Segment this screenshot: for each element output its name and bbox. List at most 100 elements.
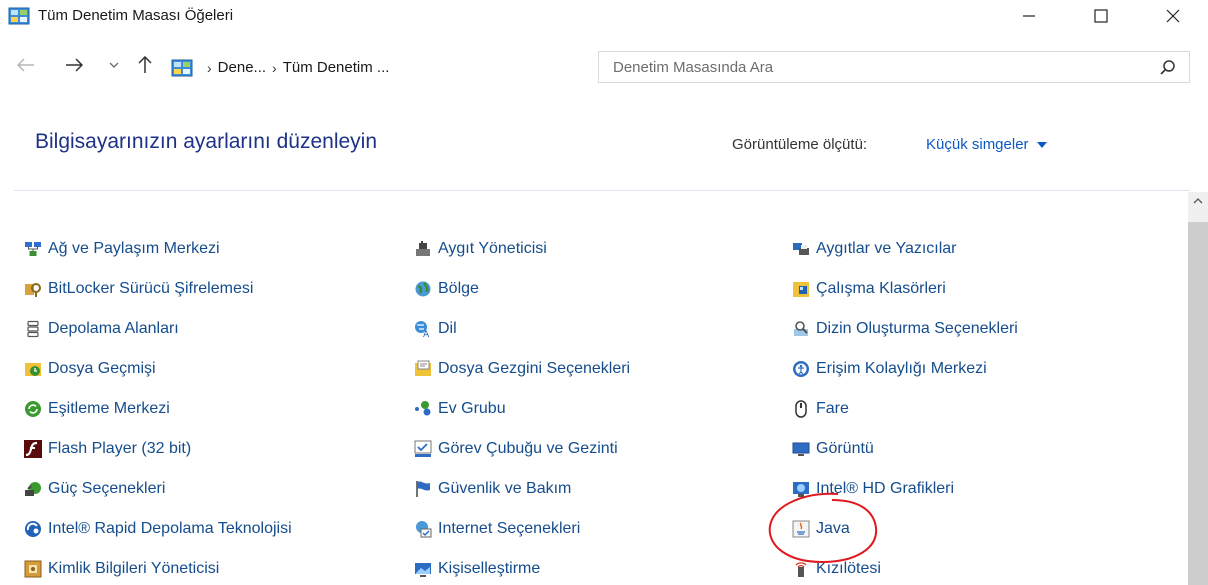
search-icon[interactable]	[1159, 59, 1177, 77]
page-title: Bilgisayarınızın ayarlarını düzenleyin	[35, 130, 378, 153]
list-item[interactable]: Internet Seçenekleri	[414, 518, 580, 540]
list-item[interactable]: Dizin Oluşturma Seçenekleri	[792, 318, 1018, 340]
item-label: Çalışma Klasörleri	[816, 280, 946, 297]
intel-graphics-icon	[793, 482, 809, 497]
list-item[interactable]: BitLocker Sürücü Şifrelemesi	[24, 278, 253, 300]
device-manager-icon	[416, 241, 430, 256]
list-item[interactable]: Güvenlik ve Bakım	[414, 478, 571, 500]
credential-manager-icon	[24, 560, 42, 578]
list-item[interactable]: Görev Çubuğu ve Gezinti	[414, 438, 618, 460]
internet-options-icon	[416, 521, 432, 538]
work-folders-icon	[793, 282, 809, 297]
homegroup-icon	[415, 401, 431, 416]
power-options-icon	[25, 482, 41, 496]
personalization-icon	[415, 563, 431, 577]
forward-button[interactable]	[62, 53, 86, 77]
item-label: Dosya Geçmişi	[48, 360, 156, 377]
maximize-icon	[1094, 9, 1108, 23]
key-icon	[25, 283, 41, 297]
search-box[interactable]	[598, 51, 1190, 83]
minimize-button[interactable]	[1006, 0, 1052, 32]
list-item[interactable]: A Dil	[414, 318, 457, 340]
list-item[interactable]: Dosya Gezgini Seçenekleri	[414, 358, 630, 380]
view-by-label: Görüntüleme ölçütü:	[732, 136, 868, 153]
list-item[interactable]: Kişiselleştirme	[414, 558, 540, 580]
navigation-bar: › Dene... › Tüm Denetim ...	[0, 47, 1208, 87]
flash-player-icon	[24, 440, 42, 458]
item-label: Kızılötesi	[816, 560, 881, 577]
scrollbar-thumb[interactable]	[1188, 222, 1208, 585]
title-bar: Tüm Denetim Masası Öğeleri	[0, 0, 1208, 34]
back-button[interactable]	[14, 53, 38, 77]
arrow-left-icon	[17, 58, 34, 72]
item-label: Aygıt Yöneticisi	[438, 240, 547, 257]
close-icon	[1166, 9, 1180, 23]
list-item[interactable]: Erişim Kolaylığı Merkezi	[792, 358, 987, 380]
recent-locations-button[interactable]	[102, 53, 126, 77]
network-icon	[25, 242, 41, 256]
taskbar-icon	[414, 440, 432, 457]
minimize-icon	[1023, 15, 1035, 17]
breadcrumb-item[interactable]: Tüm Denetim ...	[283, 59, 390, 76]
breadcrumb-separator-icon: ›	[207, 59, 212, 76]
list-item[interactable]: Kızılötesi	[792, 558, 881, 580]
list-item[interactable]: Dosya Geçmişi	[24, 358, 156, 380]
list-item[interactable]: Eşitleme Merkezi	[24, 398, 170, 420]
list-item[interactable]: Fare	[792, 398, 849, 420]
printer-icon	[793, 243, 809, 255]
storage-spaces-icon	[27, 320, 39, 338]
file-history-icon	[25, 363, 41, 376]
list-item[interactable]: Ağ ve Paylaşım Merkezi	[24, 238, 220, 260]
list-item[interactable]: Intel® HD Grafikleri	[792, 478, 954, 500]
arrow-right-icon	[66, 58, 83, 72]
list-item[interactable]: Bölge	[414, 278, 479, 300]
up-button[interactable]	[133, 53, 157, 77]
breadcrumb-item[interactable]: Dene...	[218, 59, 266, 76]
header-divider	[14, 190, 1190, 191]
indexing-icon	[794, 321, 808, 336]
list-item[interactable]: Kimlik Bilgileri Yöneticisi	[24, 558, 219, 580]
chevron-down-icon	[109, 62, 119, 68]
item-label: Dil	[438, 320, 457, 337]
item-label: Dosya Gezgini Seçenekleri	[438, 360, 631, 377]
view-by-dropdown[interactable]: Küçük simgeler	[926, 136, 1047, 153]
item-label: Flash Player (32 bit)	[48, 440, 192, 457]
language-icon: A	[415, 321, 430, 338]
list-item[interactable]: Depolama Alanları	[24, 318, 179, 340]
item-label: Kişiselleştirme	[438, 560, 541, 577]
item-label: Eşitleme Merkezi	[48, 400, 170, 417]
item-label: BitLocker Sürücü Şifrelemesi	[48, 280, 254, 297]
globe-icon	[415, 281, 431, 297]
item-label: Intel® HD Grafikleri	[816, 480, 955, 497]
item-label: Görüntü	[816, 440, 874, 457]
maximize-button[interactable]	[1078, 0, 1124, 32]
item-label: Aygıtlar ve Yazıcılar	[816, 240, 957, 257]
list-item[interactable]: Aygıtlar ve Yazıcılar	[792, 238, 957, 260]
list-item[interactable]: Aygıt Yöneticisi	[414, 238, 547, 260]
list-item[interactable]: Güç Seçenekleri	[24, 478, 165, 500]
list-item[interactable]: Flash Player (32 bit)	[24, 438, 191, 460]
list-item[interactable]: Intel® Rapid Depolama Teknolojisi	[24, 518, 292, 540]
item-label: Intel® Rapid Depolama Teknolojisi	[48, 520, 292, 537]
scroll-up-button[interactable]	[1188, 192, 1208, 210]
item-label: Görev Çubuğu ve Gezinti	[438, 440, 618, 457]
item-label: Internet Seçenekleri	[438, 520, 581, 537]
address-bar[interactable]: › Dene... › Tüm Denetim ...	[163, 53, 733, 82]
list-item[interactable]: Çalışma Klasörleri	[792, 278, 946, 300]
item-label: Ev Grubu	[438, 400, 506, 417]
search-input[interactable]	[613, 58, 1153, 76]
item-label: Dizin Oluşturma Seçenekleri	[816, 320, 1018, 337]
item-label: Bölge	[438, 280, 479, 297]
item-label: Güç Seçenekleri	[48, 480, 166, 497]
caret-down-icon	[1036, 141, 1047, 148]
list-item[interactable]: Ev Grubu	[414, 398, 506, 420]
close-button[interactable]	[1150, 0, 1196, 32]
item-label: Ağ ve Paylaşım Merkezi	[48, 240, 220, 257]
list-item[interactable]: Java	[792, 518, 850, 540]
list-item[interactable]: Görüntü	[792, 438, 874, 460]
mouse-icon	[795, 400, 807, 418]
flag-icon	[416, 481, 430, 497]
item-label: Depolama Alanları	[48, 320, 179, 337]
item-label: Kimlik Bilgileri Yöneticisi	[48, 560, 220, 577]
item-label: Fare	[816, 400, 849, 417]
